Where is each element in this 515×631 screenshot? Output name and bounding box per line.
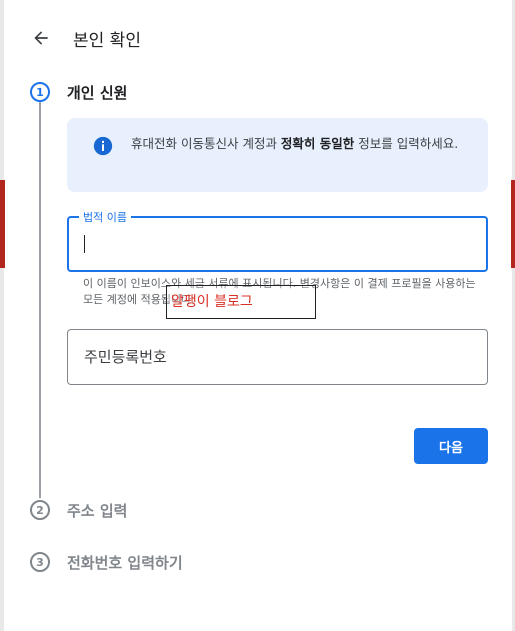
info-message: 휴대전화 이동통신사 계정과 정확히 동일한 정보를 입력하세요. [131,134,471,154]
step-1-number: 1 [36,85,44,99]
back-button[interactable] [29,26,53,50]
step-2-label[interactable]: 주소 입력 [67,500,127,521]
background-banner-right [511,180,515,268]
background-page-edge-left [0,0,4,631]
identity-verification-dialog: 본인 확인 1 개인 신원 휴대전화 이동통신사 계정과 정확히 동일한 정보를… [5,0,511,631]
resident-registration-input[interactable] [82,342,466,372]
info-notice: 휴대전화 이동통신사 계정과 정확히 동일한 정보를 입력하세요. [67,118,488,192]
legal-name-field[interactable]: 법적 이름 [67,209,488,272]
dialog-header: 본인 확인 [29,24,141,52]
step-1-label: 개인 신원 [67,84,128,102]
step-1-indicator: 1 [30,82,50,102]
step-2-number: 2 [36,503,44,517]
stepper-line [39,102,41,498]
step-3-label[interactable]: 전화번호 입력하기 [67,552,183,573]
info-text-post: 정보를 입력하세요. [354,136,459,151]
info-text-pre: 휴대전화 이동통신사 계정과 [131,136,281,151]
step-3-number: 3 [36,555,44,569]
resident-registration-field[interactable] [67,329,488,385]
info-text-emphasis: 정확히 동일한 [280,136,355,151]
legal-name-input[interactable] [83,230,467,258]
arrow-back-icon [34,31,48,45]
text-cursor [84,235,85,253]
step-2-indicator[interactable]: 2 [30,500,50,520]
step-3-indicator[interactable]: 3 [30,552,50,572]
legal-name-label: 법적 이름 [79,209,131,225]
info-icon [93,136,113,156]
watermark-text: 알팽이 블로그 [171,294,253,310]
next-button[interactable]: 다음 [414,428,488,464]
dialog-title: 본인 확인 [73,30,141,51]
watermark-overlay: 알팽이 블로그 [166,285,316,319]
